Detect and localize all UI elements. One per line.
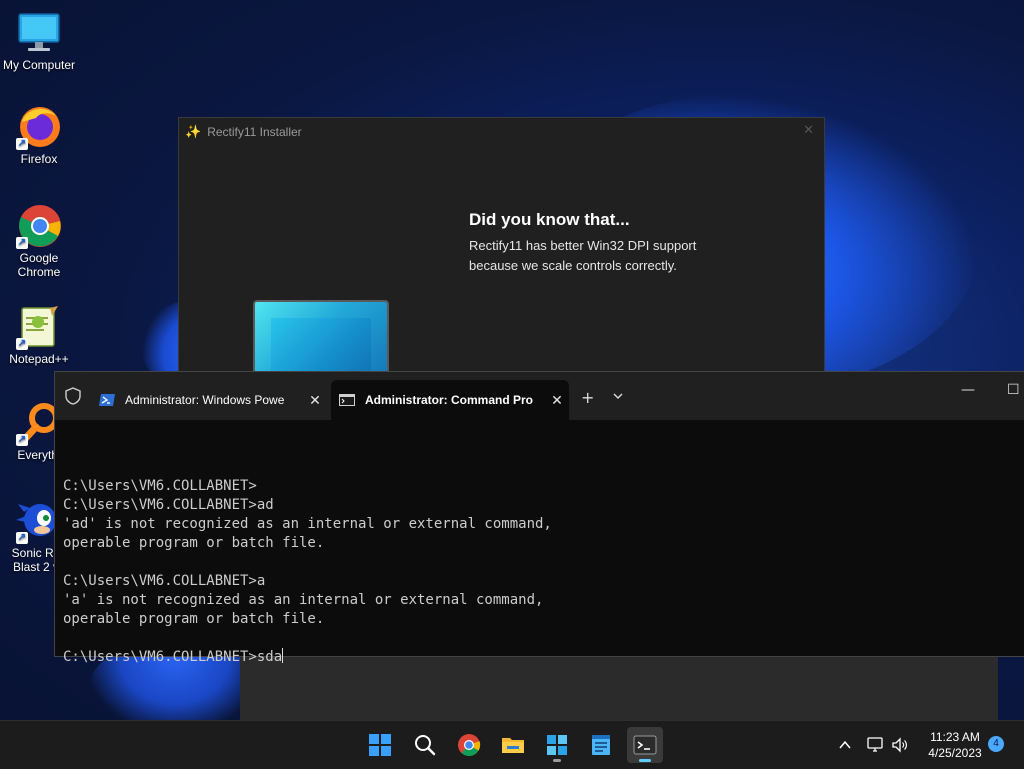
installer-icon [547, 735, 567, 755]
console-output[interactable]: C:\Users\VM6.COLLABNET> C:\Users\VM6.COL… [63, 458, 1013, 667]
file-explorer-icon [502, 738, 524, 753]
monitor-illustration [253, 300, 389, 380]
desktop-icon-my-computer[interactable]: My Computer [0, 10, 78, 72]
close-tab-icon[interactable]: ✕ [303, 392, 327, 409]
start-icon [369, 734, 391, 756]
computer-icon [16, 10, 62, 56]
installer-titlebar[interactable]: ✨ Rectify11 Installer [179, 118, 824, 146]
terminal-tabbar[interactable]: Administrator: Windows Powe ✕ Administra… [55, 372, 1024, 420]
desktop-icon-label: Google Chrome [17, 251, 61, 279]
cmd-icon [339, 394, 355, 406]
prompt-line[interactable]: C:\Users\VM6.COLLABNET>sda [63, 649, 282, 665]
console-line: operable program or batch file. [63, 535, 325, 551]
shortcut-arrow-icon: ↗ [16, 237, 28, 249]
notepadpp-icon: ↗ [16, 304, 62, 350]
new-tab-button[interactable]: + [581, 388, 594, 407]
running-indicator [553, 759, 561, 762]
close-tab-icon[interactable]: ✕ [545, 392, 569, 409]
powershell-icon [99, 394, 115, 406]
tab-label: Administrator: Command Pro [365, 393, 534, 407]
network-icon[interactable] [866, 736, 884, 754]
desktop-icon-label: Notepad++ [9, 352, 69, 366]
taskbar-chrome[interactable] [451, 727, 487, 763]
terminal-window[interactable]: Administrator: Windows Powe ✕ Administra… [54, 371, 1024, 665]
search-icon [415, 735, 436, 756]
console-line: C:\Users\VM6.COLLABNET>a [63, 573, 266, 589]
console-line: C:\Users\VM6.COLLABNET> [63, 478, 257, 494]
chrome-icon: ↗ [16, 203, 62, 249]
desktop-icon-label: My Computer [2, 58, 76, 72]
console-line: operable program or batch file. [63, 611, 325, 627]
shortcut-arrow-icon: ↗ [16, 138, 28, 150]
taskbar-notepad[interactable] [583, 727, 619, 763]
console-line: 'ad' is not recognized as an internal or… [63, 516, 552, 532]
search-button[interactable] [407, 727, 443, 763]
console-line: C:\Users\VM6.COLLABNET>ad [63, 497, 274, 513]
terminal-icon [633, 735, 657, 755]
clock-date: 4/25/2023 [928, 746, 982, 760]
firefox-icon: ↗ [16, 104, 62, 150]
installer-title: Rectify11 Installer [207, 125, 302, 139]
clock-time: 11:23 AM [930, 730, 980, 744]
desktop-icon-notepadpp[interactable]: ↗ Notepad++ [0, 304, 78, 366]
tab-label: Administrator: Windows Powe [125, 393, 285, 407]
start-button[interactable] [362, 727, 398, 763]
chrome-icon [458, 734, 481, 756]
console-line: 'a' is not recognized as an internal or … [63, 592, 544, 608]
taskbar-file-explorer[interactable] [495, 727, 531, 763]
tip-body: Rectify11 has better Win32 DPI support b… [469, 238, 697, 273]
taskbar-terminal[interactable] [627, 727, 663, 763]
shortcut-arrow-icon: ↗ [16, 338, 28, 350]
desktop-icon-firefox[interactable]: ↗ Firefox [0, 104, 78, 166]
taskbar: 11:23 AM 4/25/2023 [0, 720, 1024, 769]
chevron-up-icon[interactable] [838, 738, 852, 752]
chevron-down-icon[interactable] [613, 391, 623, 401]
shortcut-arrow-icon: ↗ [16, 532, 28, 544]
system-clock[interactable]: 11:23 AM 4/25/2023 [910, 729, 1000, 761]
installer-tip: Did you know that... Rectify11 has bette… [469, 210, 749, 276]
text-cursor [282, 648, 284, 663]
sparkle-icon: ✨ [185, 124, 202, 139]
shield-icon [65, 387, 81, 405]
minimize-button[interactable]: — [961, 382, 975, 398]
volume-icon[interactable] [891, 736, 909, 754]
taskbar-installer[interactable] [539, 727, 575, 763]
installer-window[interactable]: ✨ Rectify11 Installer ✕ Did you know tha… [178, 117, 825, 380]
desktop-icon-label: Firefox [20, 152, 58, 166]
tab-command-prompt[interactable]: Administrator: Command Pro ✕ [331, 380, 569, 420]
tip-heading: Did you know that... [469, 210, 630, 229]
tab-powershell[interactable]: Administrator: Windows Powe ✕ [91, 380, 327, 420]
close-icon[interactable]: ✕ [803, 123, 814, 138]
maximize-button[interactable]: ☐ [1007, 382, 1020, 398]
shortcut-arrow-icon: ↗ [16, 434, 28, 446]
notepad-icon [592, 735, 610, 755]
notification-badge[interactable]: 4 [988, 736, 1004, 752]
running-indicator [639, 759, 651, 762]
desktop-icon-chrome[interactable]: ↗ Google Chrome [0, 203, 78, 279]
